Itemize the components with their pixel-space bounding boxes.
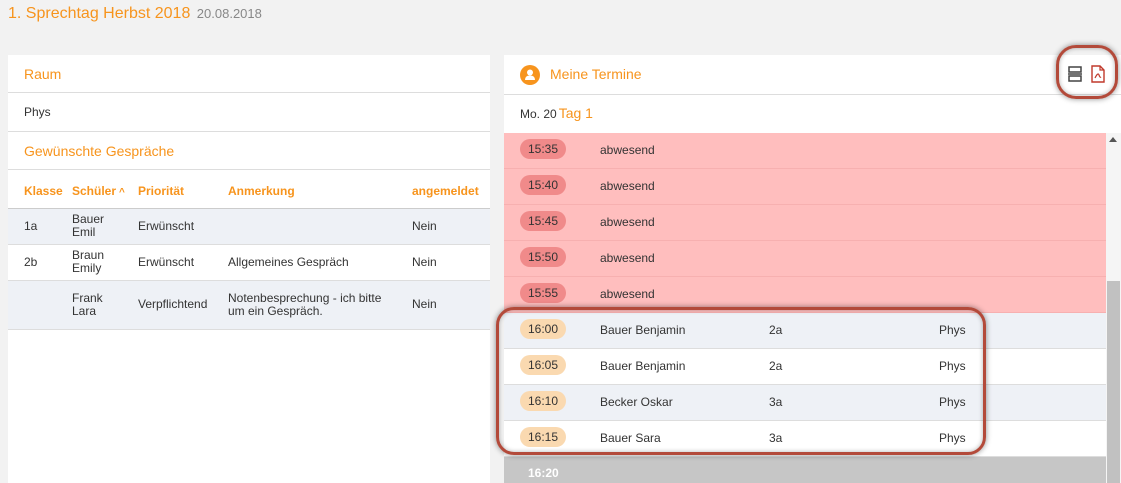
scroll-up-arrow-icon[interactable] <box>1109 137 1117 142</box>
slot-time: 16:20 <box>528 466 559 480</box>
cell-angemeldet: Nein <box>412 244 490 281</box>
column-header-schueler[interactable]: Schüler ^ <box>72 170 138 209</box>
cell-schueler: Frank Lara <box>72 280 138 330</box>
highlight-ring-export-icons <box>1056 45 1118 99</box>
cell-anmerkung <box>222 208 412 245</box>
slot-status: abwesend <box>600 179 655 193</box>
appointment-slot[interactable]: 15:35 abwesend <box>504 133 1106 169</box>
scrollbar[interactable] <box>1106 133 1121 483</box>
time-pill: 15:40 <box>520 175 566 195</box>
appointment-slot[interactable]: 16:20 <box>504 457 1106 483</box>
cell-klasse: 1a <box>8 208 72 245</box>
slot-status: abwesend <box>600 143 655 157</box>
requests-section-title: Gewünschte Gespräche <box>8 132 490 170</box>
column-header-prioritaet[interactable]: Priorität <box>138 170 222 209</box>
column-header-angemeldet[interactable]: angemeldet <box>412 170 490 209</box>
cell-klasse <box>8 280 72 330</box>
appointments-title: Meine Termine <box>550 66 642 82</box>
left-panel: Raum Phys Gewünschte Gespräche Klasse Sc… <box>8 55 490 483</box>
table-row[interactable]: Frank Lara Verpflichtend Notenbesprechung… <box>8 280 490 330</box>
day-tag[interactable]: Tag 1 <box>559 105 593 121</box>
table-header-row: Klasse Schüler ^ Priorität Anmerkung ange… <box>8 170 490 209</box>
cell-prioritaet: Erwünscht <box>138 208 222 245</box>
cell-schueler: Braun Emily <box>72 244 138 281</box>
appointment-slot[interactable]: 15:50 abwesend <box>504 241 1106 277</box>
slot-status: abwesend <box>600 287 655 301</box>
time-pill: 15:45 <box>520 211 566 231</box>
highlight-ring-booked-slots <box>496 307 986 455</box>
day-bar: Mo. 20 Tag 1 <box>504 95 1121 132</box>
time-pill: 15:55 <box>520 283 566 303</box>
requests-table: Klasse Schüler ^ Priorität Anmerkung ange… <box>8 170 490 330</box>
day-number: Mo. 20 <box>520 107 557 121</box>
cell-angemeldet: Nein <box>412 208 490 245</box>
appointment-slot[interactable]: 15:45 abwesend <box>504 205 1106 241</box>
page-date: 20.08.2018 <box>196 6 262 21</box>
cell-angemeldet: Nein <box>412 280 490 330</box>
time-pill: 15:50 <box>520 247 566 267</box>
cell-anmerkung: Notenbesprechung - ich bitte um ein Gespr… <box>222 280 412 330</box>
slot-status: abwesend <box>600 215 655 229</box>
cell-anmerkung: Allgemeines Gespräch <box>222 244 412 281</box>
cell-klasse: 2b <box>8 244 72 281</box>
cell-schueler: Bauer Emil <box>72 208 138 245</box>
room-section-title: Raum <box>8 55 490 93</box>
sort-ascending-icon: ^ <box>119 186 125 198</box>
table-row[interactable]: 1a Bauer Emil Erwünscht Nein <box>8 208 490 245</box>
page-header: 1. Sprechtag Herbst 2018 20.08.2018 <box>8 5 262 23</box>
scrollbar-thumb[interactable] <box>1107 281 1120 483</box>
cell-prioritaet: Verpflichtend <box>138 280 222 330</box>
slot-status: abwesend <box>600 251 655 265</box>
page-title: 1. Sprechtag Herbst 2018 <box>8 5 191 22</box>
table-row[interactable]: 2b Braun Emily Erwünscht Allgemeines Gesp… <box>8 244 490 281</box>
user-icon <box>520 65 540 85</box>
room-value: Phys <box>8 93 490 132</box>
time-pill: 15:35 <box>520 139 566 159</box>
appointments-header: Meine Termine <box>504 55 1121 95</box>
appointment-slot[interactable]: 15:40 abwesend <box>504 169 1106 205</box>
cell-prioritaet: Erwünscht <box>138 244 222 281</box>
column-header-anmerkung[interactable]: Anmerkung <box>222 170 412 209</box>
column-header-klasse[interactable]: Klasse <box>8 170 72 209</box>
